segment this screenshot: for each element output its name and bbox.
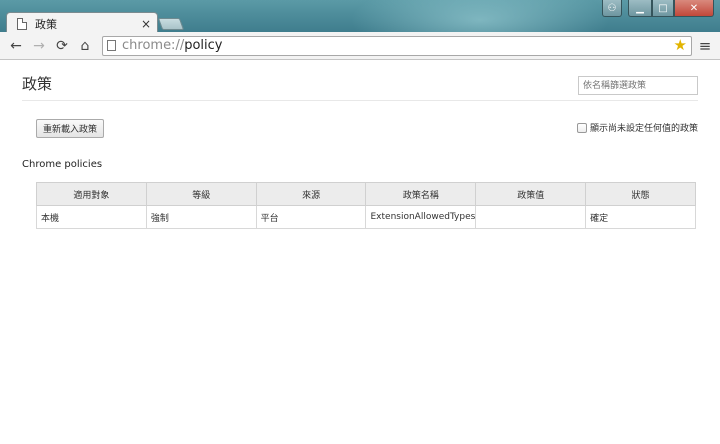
- new-tab-button[interactable]: [157, 18, 185, 30]
- cell-policy-name: ExtensionAllowedTypes: [365, 205, 477, 229]
- cell-source: 平台: [255, 205, 367, 229]
- window-controls: ⚇ ▁ □ ✕: [602, 0, 714, 17]
- column-header-scope: 適用對象: [36, 182, 147, 206]
- column-header-name: 政策名稱: [365, 182, 477, 206]
- show-unset-checkbox[interactable]: [576, 122, 587, 133]
- bookmark-star-icon[interactable]: ★: [674, 38, 687, 53]
- policy-filter-input[interactable]: [578, 76, 698, 95]
- show-unset-label: 顯示尚未設定任何值的政策: [589, 124, 698, 134]
- reload-icon[interactable]: ⟳: [52, 36, 72, 56]
- column-header-value: 政策值: [475, 182, 587, 206]
- minimize-button[interactable]: ▁: [628, 0, 652, 17]
- forward-icon[interactable]: →: [29, 36, 49, 56]
- table-row: 本機 強制 平台 ExtensionAllowedTypes 確定: [36, 205, 696, 229]
- page-icon: [107, 40, 116, 51]
- tab-policy[interactable]: 政策 ×: [6, 12, 158, 32]
- column-header-status: 狀態: [585, 182, 696, 206]
- close-window-button[interactable]: ✕: [674, 0, 714, 17]
- browser-toolbar: ← → ⟳ ⌂ chrome:// policy ★ ≡: [0, 32, 720, 60]
- url-path: policy: [184, 38, 223, 53]
- url-scheme: chrome://: [122, 38, 185, 53]
- cell-policy-value: [475, 205, 587, 229]
- page-icon: [17, 17, 27, 30]
- back-icon[interactable]: ←: [6, 36, 26, 56]
- cell-scope: 本機: [36, 205, 147, 229]
- user-icon[interactable]: ⚇: [602, 0, 622, 17]
- tab-close-icon[interactable]: ×: [141, 18, 151, 30]
- column-header-source: 來源: [255, 182, 367, 206]
- frame-glow: [350, 0, 610, 32]
- page-header: 政策: [22, 73, 698, 101]
- section-heading: Chrome policies: [22, 159, 103, 170]
- cell-level: 強制: [145, 205, 257, 229]
- policy-table: 適用對象 等級 來源 政策名稱 政策值 狀態 本機 強制 平台 Extensio…: [36, 182, 696, 229]
- cell-status: 確定: [585, 205, 696, 229]
- tab-title: 政策: [35, 17, 57, 31]
- window-frame: 政策 × ⚇ ▁ □ ✕: [0, 0, 720, 32]
- maximize-button[interactable]: □: [652, 0, 674, 17]
- reload-policies-button[interactable]: 重新載入政策: [36, 119, 105, 138]
- address-bar[interactable]: chrome:// policy ★: [102, 35, 692, 56]
- column-header-level: 等級: [145, 182, 257, 206]
- menu-icon[interactable]: ≡: [696, 37, 714, 55]
- page-content: 政策 重新載入政策 顯示尚未設定任何值的政策 Chrome policies 適…: [0, 61, 720, 444]
- home-icon[interactable]: ⌂: [75, 36, 95, 56]
- show-unset-toggle[interactable]: 顯示尚未設定任何值的政策: [576, 121, 698, 134]
- table-header-row: 適用對象 等級 來源 政策名稱 政策值 狀態: [36, 182, 696, 206]
- page-title: 政策: [22, 75, 53, 93]
